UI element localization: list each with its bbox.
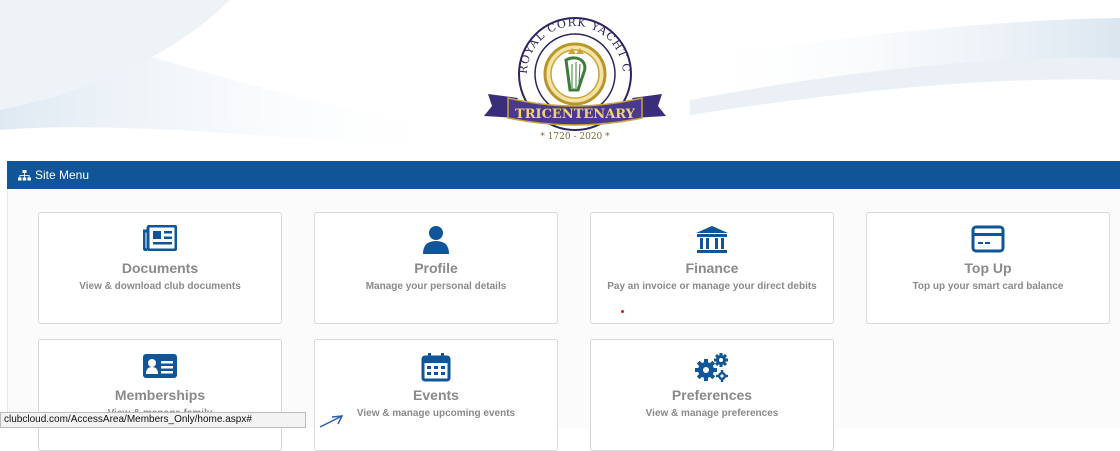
id-card-icon: [143, 354, 177, 378]
newspaper-icon: [143, 225, 177, 251]
finance-card[interactable]: Finance Pay an invoice or manage your di…: [590, 212, 834, 324]
sitemap-icon: [18, 169, 31, 180]
club-crest-logo: ROYAL CORK YACHT CLUB TRICENTENARY: [478, 14, 666, 131]
profile-description: Manage your personal details: [365, 281, 507, 292]
crest-ribbon-text: TRICENTENARY: [515, 107, 636, 122]
memberships-card[interactable]: Memberships View & manage family: [38, 339, 282, 451]
preferences-description: View & manage preferences: [645, 408, 779, 419]
red-dot-marker: [621, 310, 624, 313]
documents-card[interactable]: Documents View & download club documents: [38, 212, 282, 324]
finance-title: Finance: [685, 260, 739, 276]
documents-title: Documents: [121, 260, 199, 276]
credit-card-icon: [971, 225, 1005, 253]
events-title: Events: [413, 387, 459, 403]
profile-title: Profile: [414, 260, 458, 276]
finance-description: Pay an invoice or manage your direct deb…: [607, 281, 817, 292]
user-icon: [423, 226, 449, 254]
preferences-title: Preferences: [671, 387, 753, 403]
browser-status-url: clubcloud.com/AccessArea/Members_Only/ho…: [0, 412, 306, 428]
top-up-title: Top Up: [964, 260, 1012, 276]
cogs-icon: [695, 353, 728, 382]
events-description: View & manage upcoming events: [356, 408, 516, 419]
top-up-card[interactable]: Top Up Top up your smart card balance: [866, 212, 1110, 324]
profile-card[interactable]: Profile Manage your personal details: [314, 212, 558, 324]
top-up-description: Top up your smart card balance: [912, 281, 1064, 292]
calendar-icon: [421, 353, 451, 382]
site-menu-title: Site Menu: [35, 168, 90, 182]
documents-description: View & download club documents: [79, 281, 241, 292]
menu-panel: Documents View & download club documents…: [7, 189, 1120, 451]
header-banner: ROYAL CORK YACHT CLUB TRICENTENARY * 172…: [0, 0, 1120, 160]
crest-years: * 1720 - 2020 *: [540, 132, 610, 142]
preferences-card[interactable]: Preferences View & manage preferences: [590, 339, 834, 451]
memberships-title: Memberships: [114, 387, 206, 403]
events-card[interactable]: Events View & manage upcoming events: [314, 339, 558, 451]
bank-icon: [696, 226, 728, 253]
mouse-cursor-icon: [319, 415, 344, 428]
site-menu-bar: Site Menu: [7, 161, 1120, 189]
